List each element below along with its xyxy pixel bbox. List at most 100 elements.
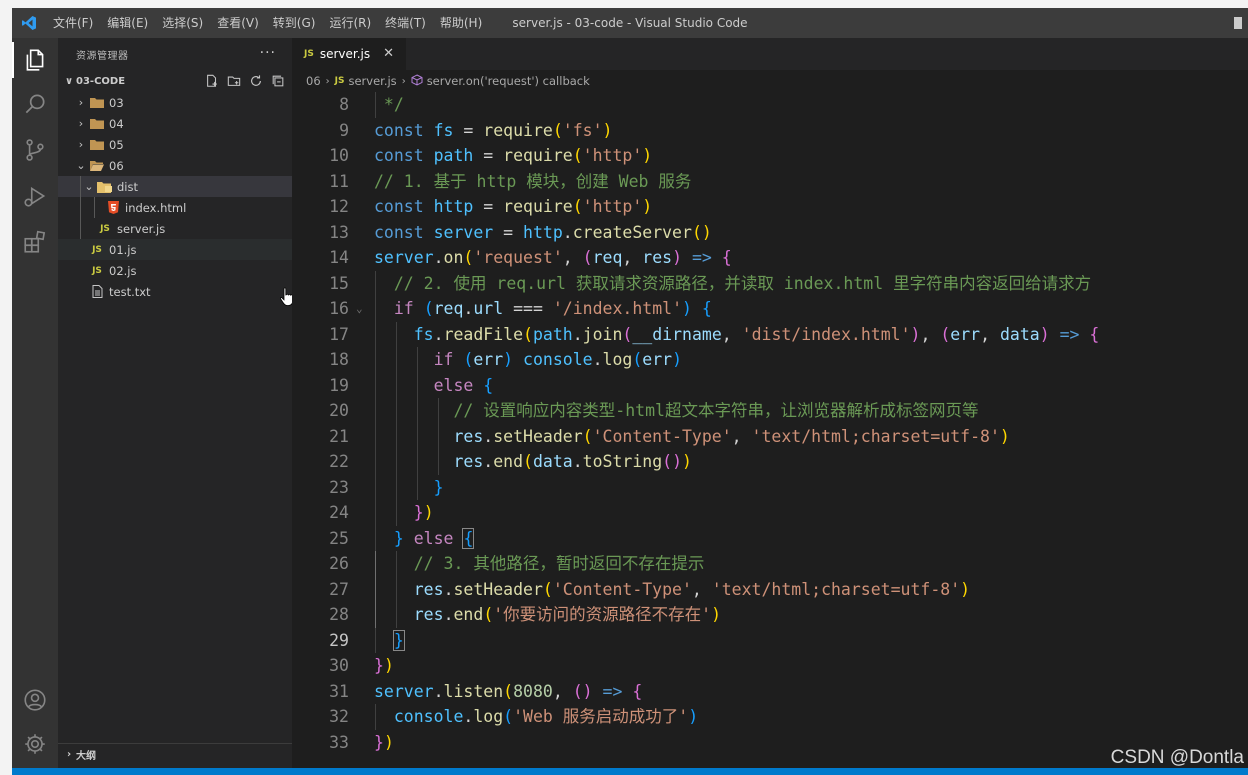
code-token: // 2. 使用 req.url 获取请求资源路径，并读取 index.html… (374, 273, 1092, 293)
javascript-file-icon: JS (334, 76, 345, 86)
code-line[interactable]: 16 ⌄ if (req.url === '/index.html') { (292, 296, 1248, 322)
menu-edit[interactable]: 编辑(E) (100, 8, 155, 38)
code-line[interactable]: 15 // 2. 使用 req.url 获取请求资源路径，并读取 index.h… (292, 270, 1248, 296)
menu-help[interactable]: 帮助(H) (433, 8, 489, 38)
source-control-icon[interactable] (12, 128, 58, 172)
refresh-icon[interactable] (248, 73, 264, 89)
search-icon[interactable] (12, 82, 58, 126)
code-line[interactable]: 18 if (err) console.log(err) (292, 347, 1248, 373)
outline-title: 大纲 (76, 751, 96, 762)
code-line[interactable]: 23 } (292, 474, 1248, 500)
tree-file-01-js[interactable]: JS 01.js (58, 239, 292, 260)
code-line[interactable]: 19 else { (292, 372, 1248, 398)
code-line[interactable]: 20 // 设置响应内容类型-html超文本字符串，让浏览器解析成标签网页等 (292, 398, 1248, 424)
code-token: http (433, 197, 474, 216)
javascript-file-icon: JS (92, 265, 102, 276)
code-line[interactable]: 11 // 1. 基于 http 模块，创建 Web 服务 (292, 169, 1248, 195)
extensions-icon[interactable] (12, 220, 58, 264)
code-token: res (413, 579, 444, 599)
code-text: console.log('Web 服务启动成功了') (374, 704, 698, 730)
code-text: const http = require('http') (374, 194, 652, 220)
menu-terminal[interactable]: 终端(T) (378, 8, 433, 38)
menu-go[interactable]: 转到(G) (266, 8, 323, 38)
code-line[interactable]: 32 console.log('Web 服务启动成功了') (292, 704, 1248, 730)
code-text: if (req.url === '/index.html') { (374, 296, 712, 322)
code-line[interactable]: 29 } (292, 627, 1248, 653)
code-line[interactable]: 27 res.setHeader('Content-Type', 'text/h… (292, 576, 1248, 602)
code-line[interactable]: 28 res.end('你要访问的资源路径不存在') (292, 602, 1248, 628)
code-line[interactable]: 26 // 3. 其他路径，暂时返回不存在提示 (292, 551, 1248, 577)
code-line[interactable]: 21 res.setHeader('Content-Type', 'text/h… (292, 423, 1248, 449)
code-line[interactable]: 25 } else { (292, 525, 1248, 551)
explorer-actions (204, 73, 286, 89)
code-line[interactable]: 14 server.on('request', (req, res) => { (292, 245, 1248, 271)
code-token: join (582, 324, 623, 344)
tree-file-test-txt[interactable]: test.txt (58, 281, 292, 302)
code-token: ( (463, 248, 474, 267)
tree-label: 04 (109, 116, 124, 131)
code-line[interactable]: 13 const server = http.createServer() (292, 220, 1248, 246)
more-actions-icon[interactable]: ··· (260, 45, 276, 61)
tree-folder-04[interactable]: › 04 (58, 113, 292, 134)
run-debug-icon[interactable] (12, 174, 58, 218)
tree-folder-06[interactable]: ⌄ 06 (58, 155, 292, 176)
code-token: , (980, 324, 1000, 344)
settings-gear-icon[interactable] (12, 722, 58, 766)
breadcrumb-symbol[interactable]: server.on('request') callback (427, 74, 590, 88)
new-file-icon[interactable] (204, 73, 220, 89)
code-token: const (374, 120, 434, 140)
javascript-file-icon: JS (304, 49, 314, 59)
collapse-all-icon[interactable] (270, 73, 286, 89)
fold-chevron-icon[interactable]: ⌄ (356, 296, 363, 322)
code-line[interactable]: 30}) (292, 653, 1248, 679)
menu-run[interactable]: 运行(R) (322, 8, 378, 38)
outline-section-header[interactable]: › 大纲 (58, 743, 292, 765)
tab-server-js[interactable]: JS server.js ✕ (292, 38, 406, 70)
code-line[interactable]: 22 res.end(data.toString()) (292, 449, 1248, 475)
code-editor[interactable]: 8 */9 const fs = require('fs') 10 const pat… (292, 92, 1248, 755)
code-token: 'Content-Type' (592, 426, 732, 446)
tree-file-index-html[interactable]: index.html (58, 197, 292, 218)
code-line[interactable]: 33}) (292, 730, 1248, 756)
code-line[interactable]: 12 const http = require('http') (292, 194, 1248, 220)
new-folder-icon[interactable] (226, 73, 242, 89)
tree-folder-05[interactable]: › 05 (58, 134, 292, 155)
window-control[interactable] (1234, 17, 1242, 29)
code-token: 'Web 服务启动成功了' (513, 707, 689, 726)
menu-view[interactable]: 查看(V) (210, 8, 266, 38)
workspace-section-header[interactable]: ∨ 03-CODE (58, 70, 292, 92)
code-line[interactable]: 10 const path = require('http') (292, 143, 1248, 169)
tree-folder-dist[interactable]: ⌄ dist (58, 176, 292, 197)
menu-file[interactable]: 文件(F) (46, 8, 100, 38)
explorer-icon[interactable] (12, 38, 58, 82)
code-token: require (503, 197, 573, 216)
code-token: on (443, 248, 464, 267)
code-line[interactable]: 17 fs.readFile(path.join(__dirname, 'dis… (292, 321, 1248, 347)
menu-selection[interactable]: 选择(S) (155, 8, 210, 38)
code-line[interactable]: 8 */ (292, 92, 1248, 118)
indent-guide (80, 176, 81, 197)
indent-guide (80, 197, 81, 218)
code-line[interactable]: 31 server.listen(8080, () => { (292, 679, 1248, 705)
tree-file-server-js[interactable]: JS server.js (58, 218, 292, 239)
breadcrumb-folder[interactable]: 06 (306, 74, 321, 88)
code-text: // 1. 基于 http 模块，创建 Web 服务 (374, 169, 691, 195)
file-tree: › 03 › 04 › 05 ⌄ 06 ⌄ dist index.html JS… (58, 92, 292, 302)
close-icon[interactable]: ✕ (383, 46, 394, 61)
code-token: = (493, 222, 524, 242)
account-icon[interactable] (12, 678, 58, 722)
tree-folder-03[interactable]: › 03 (58, 92, 292, 113)
code-line[interactable]: 24 }) (292, 500, 1248, 526)
code-token: ( (523, 324, 533, 344)
code-line[interactable]: 9 const fs = require('fs') (292, 118, 1248, 144)
tree-file-02-js[interactable]: JS 02.js (58, 260, 292, 281)
code-token: console (523, 350, 593, 369)
code-token: () (691, 222, 712, 242)
line-number: 20 (329, 401, 349, 420)
status-bar (12, 768, 1248, 775)
line-number: 23 (329, 477, 349, 497)
code-token: __dirname (632, 324, 722, 344)
breadcrumb-file[interactable]: server.js (348, 74, 396, 88)
